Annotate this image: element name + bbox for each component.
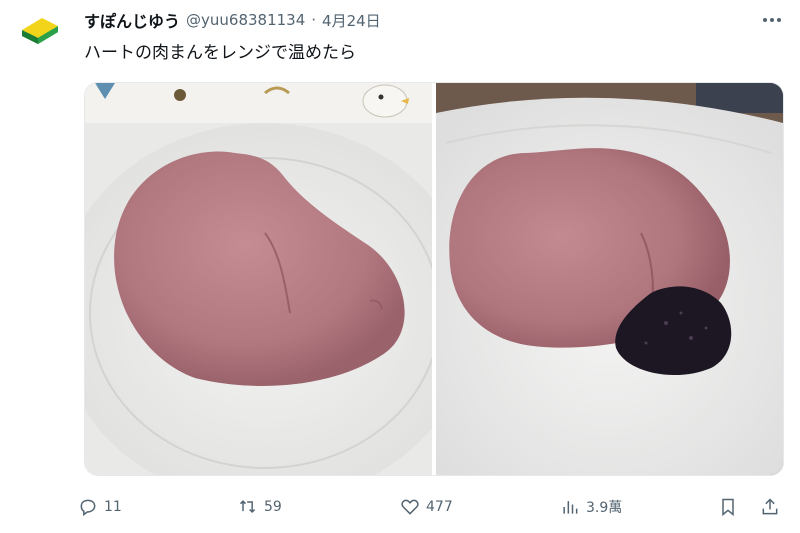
more-icon (763, 18, 781, 22)
heart-icon (401, 499, 419, 515)
heart-bun-photo-right[interactable] (436, 83, 783, 475)
bookmark-icon (722, 498, 734, 517)
post-date[interactable]: 4月24日 (322, 10, 381, 31)
share-button[interactable] (760, 492, 780, 522)
reply-icon (80, 499, 96, 516)
user-handle[interactable]: @yuu68381134 (186, 11, 305, 29)
share-icon (762, 498, 778, 515)
like-count: 477 (426, 499, 453, 515)
avatar[interactable] (18, 8, 62, 52)
heart-bun-image-left (85, 83, 475, 475)
display-name[interactable]: すぽんじゆう (84, 8, 180, 32)
like-button[interactable]: 477 (400, 492, 453, 522)
separator-dot: · (311, 11, 317, 29)
tweet-header: すぽんじゆう @yuu68381134 · 4月24日 (84, 8, 381, 32)
repost-button[interactable]: 59 (238, 492, 282, 522)
bookmark-button[interactable] (718, 492, 738, 522)
heart-bun-photo-left[interactable] (85, 83, 475, 475)
analytics-icon (563, 501, 578, 514)
tweet-actions: 11 59 477 3.9萬 (78, 492, 788, 522)
more-options-button[interactable] (760, 10, 784, 30)
reply-button[interactable]: 11 (78, 492, 122, 522)
repost-icon (239, 500, 256, 514)
sponge-avatar-icon (18, 8, 62, 52)
view-count: 3.9萬 (586, 500, 623, 516)
views-button[interactable]: 3.9萬 (560, 492, 622, 522)
heart-bun-image-right (436, 83, 783, 475)
repost-count: 59 (264, 499, 282, 515)
media-grid (84, 82, 784, 476)
reply-count: 11 (104, 499, 122, 515)
tweet-text: ハートの肉まんをレンジで温めたら (84, 43, 356, 63)
